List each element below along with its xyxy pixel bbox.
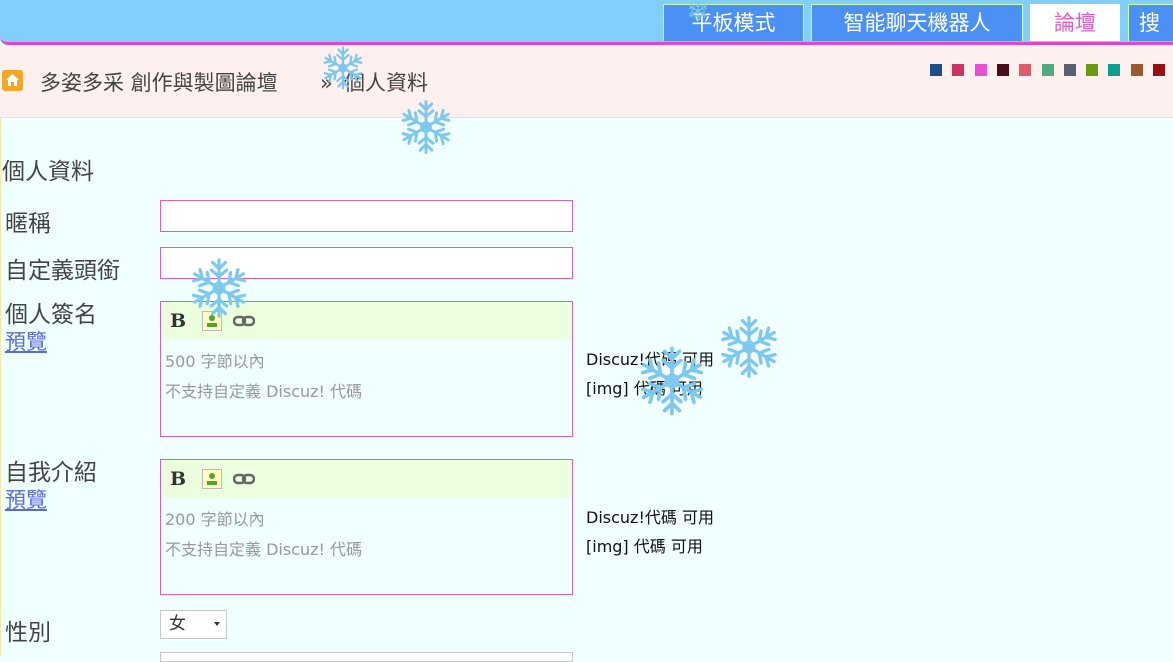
bio-limit-hint: 200 字節以內 [165, 510, 265, 529]
insert-link-icon[interactable] [232, 469, 256, 489]
bio-code-hint: 不支持自定義 Discuz! 代碼 [165, 540, 363, 559]
tab-forum[interactable]: 論壇 [1030, 4, 1120, 41]
theme-swatch[interactable] [1019, 64, 1032, 76]
bio-label: 自我介紹 [5, 460, 97, 486]
nickname-input[interactable] [160, 200, 573, 232]
theme-swatch[interactable] [1108, 64, 1121, 76]
theme-swatch[interactable] [930, 64, 942, 76]
top-nav-bar: 平板模式 智能聊天機器人 論壇 搜 [0, 0, 1173, 45]
breadcrumb-site-link[interactable]: 多姿多采 創作與製圖論壇 [40, 70, 278, 96]
chevron-down-icon [214, 622, 220, 626]
next-field-input[interactable] [160, 652, 573, 662]
tab-search[interactable]: 搜 [1128, 4, 1173, 41]
signature-code-hint: 不支持自定義 Discuz! 代碼 [165, 382, 363, 401]
gender-select[interactable]: 女 [160, 610, 227, 639]
theme-swatch[interactable] [1063, 64, 1076, 76]
bio-discuz-note: Discuz!代碼 可用 [586, 508, 714, 527]
tab-ai-chatbot[interactable]: 智能聊天機器人 [811, 4, 1023, 41]
bio-toolbar: B [161, 460, 572, 498]
signature-preview-link[interactable]: 預覽 [5, 326, 47, 356]
theme-swatch[interactable] [1041, 64, 1054, 76]
custom-title-label: 自定義頭銜 [5, 258, 120, 284]
theme-swatch[interactable] [1130, 64, 1143, 76]
snowflake-icon [687, 0, 709, 26]
nickname-label: 暱稱 [5, 211, 51, 237]
bio-editor[interactable]: B 200 字節以內 不支持自定義 Discuz! 代碼 [160, 459, 573, 595]
section-title: 個人資料 [2, 159, 94, 185]
signature-limit-hint: 500 字節以內 [165, 352, 265, 371]
signature-label: 個人簽名 [5, 302, 97, 328]
theme-swatch[interactable] [1153, 64, 1165, 76]
snowflake-icon [397, 98, 455, 160]
theme-swatch[interactable] [996, 64, 1009, 76]
theme-swatch[interactable] [974, 64, 987, 76]
theme-swatch[interactable] [952, 64, 965, 76]
snowflake-icon [716, 314, 782, 384]
bio-img-note: [img] 代碼 可用 [586, 537, 703, 556]
snowflake-icon [187, 256, 251, 324]
bio-preview-link[interactable]: 預覽 [5, 484, 47, 514]
bold-icon[interactable]: B [170, 469, 190, 489]
tab-tablet-mode[interactable]: 平板模式 [663, 4, 804, 41]
gender-label: 性別 [5, 620, 51, 646]
home-icon[interactable] [2, 70, 23, 91]
snowflake-icon [320, 45, 366, 95]
snowflake-icon [635, 344, 709, 422]
theme-swatch[interactable] [1086, 64, 1099, 76]
insert-image-icon[interactable] [202, 469, 222, 489]
